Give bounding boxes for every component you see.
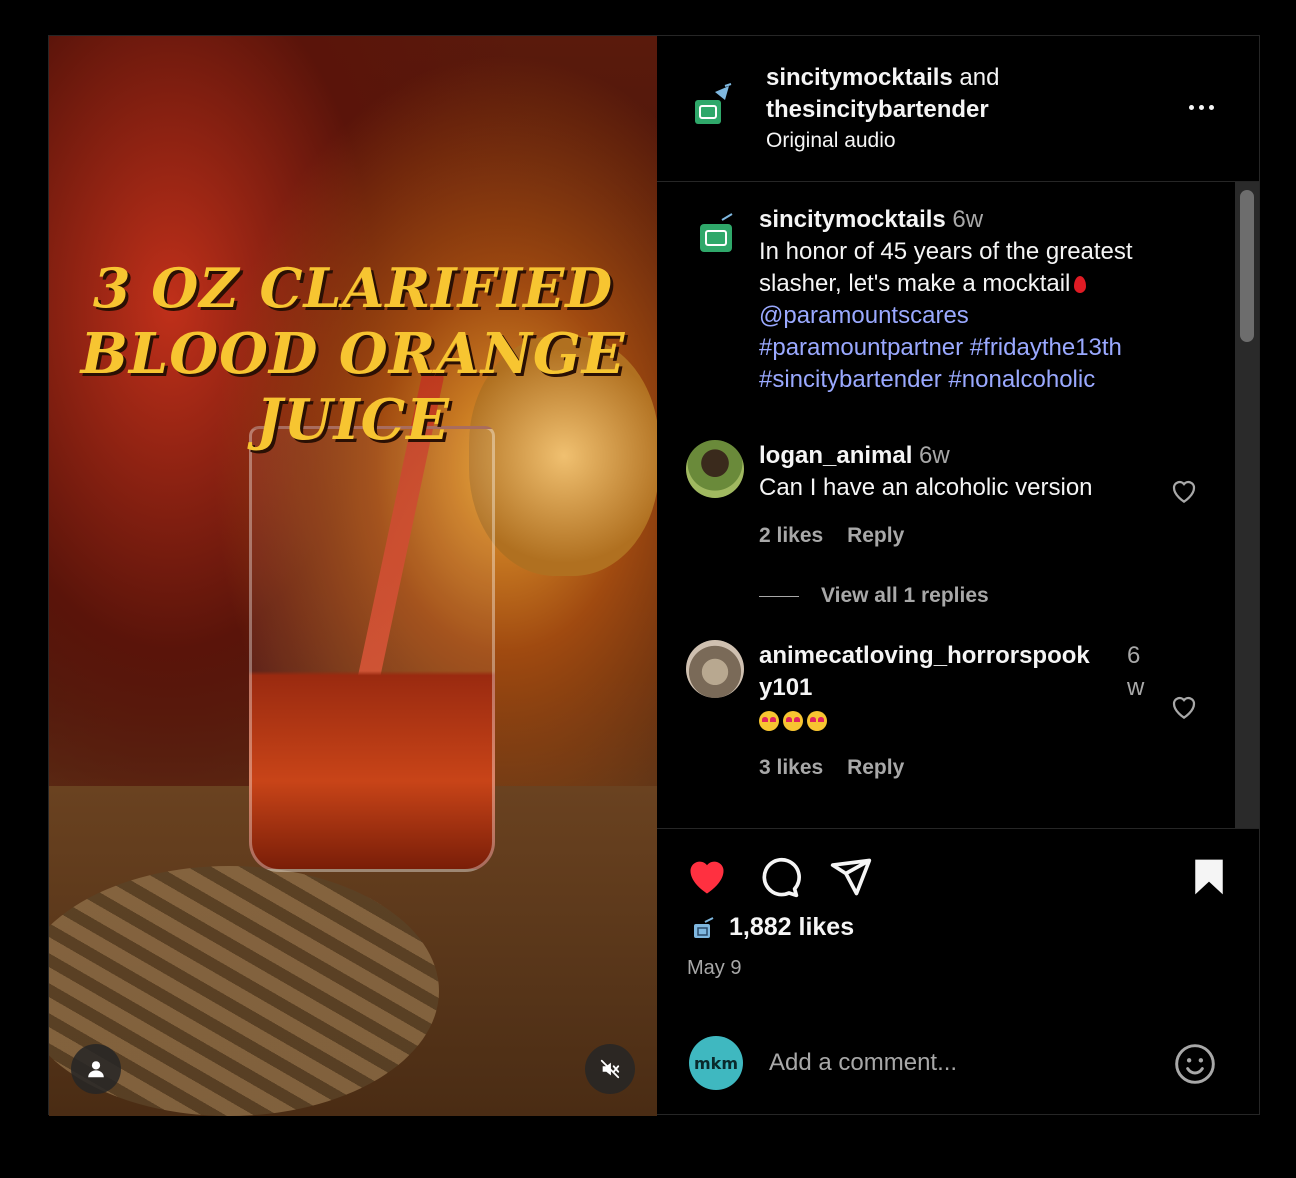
view-replies-button[interactable]: View all 1 replies xyxy=(759,584,989,608)
comment-2: animecatloving_horrorspook y101 xyxy=(759,640,1119,736)
comment-time-line2: w xyxy=(1127,674,1145,701)
comment-2-meta: 3 likes Reply xyxy=(759,756,922,780)
caption-hashtags-line2[interactable]: #sincitybartender #nonalcoholic xyxy=(759,366,1095,393)
author-username-2[interactable]: thesincitybartender xyxy=(766,94,999,126)
tagged-users-button[interactable] xyxy=(71,1044,121,1094)
comments-scrollbar[interactable] xyxy=(1235,182,1259,828)
caption-hashtags-line1[interactable]: #paramountpartner #fridaythe13th xyxy=(759,334,1122,361)
caption-avatar-icon[interactable] xyxy=(696,210,742,256)
more-dot-icon xyxy=(1188,104,1194,110)
more-options-button[interactable] xyxy=(1181,94,1221,120)
comment-text: Can I have an alcoholic version xyxy=(759,474,1093,501)
comments-list[interactable]: sincitymocktails 6w In honor of 45 years… xyxy=(657,182,1233,828)
heart-eyes-emoji-icon xyxy=(759,706,831,733)
current-user-avatar[interactable]: mkm xyxy=(689,1036,743,1090)
reply-button[interactable]: Reply xyxy=(847,756,904,779)
post-caption: sincitymocktails 6w In honor of 45 years… xyxy=(759,204,1199,396)
share-paper-plane-icon[interactable] xyxy=(829,855,873,899)
post-modal: 3 OZ CLARIFIED BLOOD ORANGE JUICE sincit… xyxy=(48,35,1261,1116)
video-overlay-title-line1: 3 OZ CLARIFIED xyxy=(92,256,614,320)
sincitymocktails-logo-icon[interactable] xyxy=(691,82,737,128)
audio-label[interactable]: Original audio xyxy=(766,126,999,156)
user-icon xyxy=(88,1061,104,1078)
likes-count-label: 1,882 likes xyxy=(729,913,855,941)
add-comment-input[interactable] xyxy=(767,1042,1151,1084)
post-date[interactable]: May 9 xyxy=(687,957,741,980)
video-overlay-title-line2: BLOOD ORANGE JUICE xyxy=(80,321,626,453)
more-dot-icon xyxy=(1198,104,1204,110)
liker-avatar-icon xyxy=(694,916,714,938)
caption-mention[interactable]: @paramountscares xyxy=(759,302,969,329)
caption-username[interactable]: sincitymocktails xyxy=(759,206,946,233)
comment-1: logan_animal 6w Can I have an alcoholic … xyxy=(759,440,1093,504)
reply-button[interactable]: Reply xyxy=(847,524,904,547)
like-comment-heart-icon[interactable] xyxy=(1169,692,1199,722)
authors-conjunction: and xyxy=(952,64,1000,91)
post-actions: 1,882 likes May 9 xyxy=(657,828,1259,1029)
speaker-muted-icon xyxy=(600,1059,620,1079)
post-authors: sincitymocktails and thesincitybartender… xyxy=(766,62,999,156)
avatar[interactable] xyxy=(686,440,744,498)
reel-video[interactable]: 3 OZ CLARIFIED BLOOD ORANGE JUICE xyxy=(49,36,657,1116)
bookmark-saved-icon[interactable] xyxy=(1187,855,1231,899)
caption-time[interactable]: 6w xyxy=(952,206,983,233)
comment-username-line1[interactable]: animecatloving_horrorspook xyxy=(759,642,1090,669)
comment-time[interactable]: 6 w xyxy=(1127,640,1151,704)
avatar[interactable] xyxy=(686,640,744,698)
comment-username[interactable]: logan_animal xyxy=(759,442,912,469)
comment-likes[interactable]: 2 likes xyxy=(759,524,823,547)
blood-drop-emoji-icon xyxy=(1074,276,1087,294)
view-replies-label: View all 1 replies xyxy=(821,584,989,607)
post-header: sincitymocktails and thesincitybartender… xyxy=(657,36,1259,182)
like-comment-heart-icon[interactable] xyxy=(1169,476,1199,506)
replies-divider xyxy=(759,595,799,597)
author-username-1[interactable]: sincitymocktails xyxy=(766,64,953,91)
drinking-glass xyxy=(249,426,495,872)
likes-count[interactable]: 1,882 likes xyxy=(691,913,854,942)
comment-1-meta: 2 likes Reply xyxy=(759,524,922,548)
emoji-picker-icon[interactable] xyxy=(1173,1042,1217,1086)
comment-time[interactable]: 6w xyxy=(919,442,950,469)
comment-icon[interactable] xyxy=(757,855,801,899)
comment-likes[interactable]: 3 likes xyxy=(759,756,823,779)
post-side-panel: sincitymocktails and thesincitybartender… xyxy=(657,36,1261,1116)
like-heart-icon[interactable] xyxy=(685,855,729,899)
comment-time-line1: 6 xyxy=(1127,642,1141,669)
more-dot-icon xyxy=(1208,104,1214,110)
comment-username-line2[interactable]: y101 xyxy=(759,674,812,701)
mute-toggle-button[interactable] xyxy=(585,1044,635,1094)
scrollbar-thumb[interactable] xyxy=(1240,190,1254,342)
add-comment-bar: mkm xyxy=(657,1028,1259,1116)
